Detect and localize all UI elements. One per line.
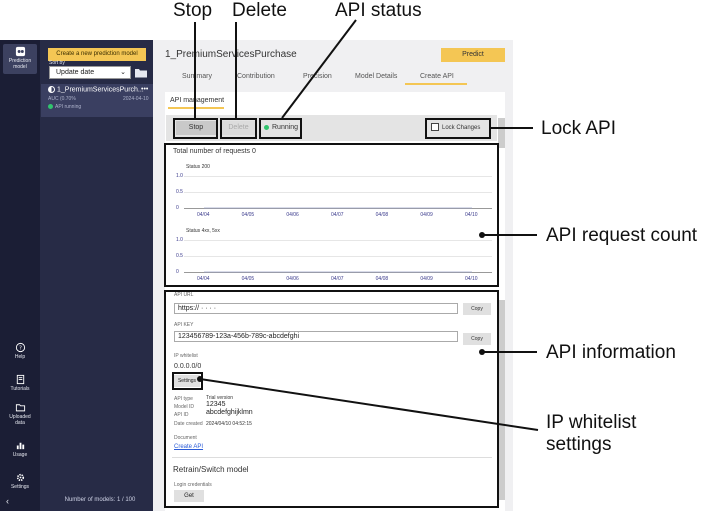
callout-ip-whitelist: IP whitelist settings: [546, 412, 636, 456]
settings-callout-dot: [197, 376, 203, 382]
callout-api-status: API status: [335, 0, 422, 21]
callout-api-request-count: API request count: [546, 225, 698, 246]
callout-lock-api: Lock API: [541, 118, 616, 139]
info-callout-dot: [479, 349, 485, 355]
annotated-screenshot: Prediction model ? Help Tutorials Upload…: [0, 0, 713, 511]
callout-api-information: API information: [546, 342, 676, 363]
callout-stop: Stop: [173, 0, 213, 21]
requests-callout-dot: [479, 232, 485, 238]
callout-delete: Delete: [232, 0, 287, 21]
callout-ip-whitelist-line1: IP whitelist: [546, 412, 637, 433]
callout-ip-whitelist-line2: settings: [546, 434, 612, 455]
